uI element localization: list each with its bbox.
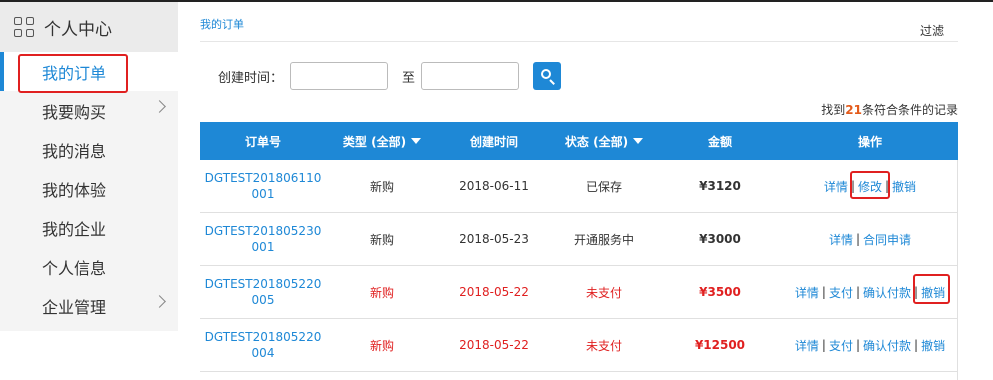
result-count: 找到21条符合条件的记录 — [821, 103, 958, 117]
breadcrumb-bar: 我的订单 过滤 — [200, 14, 958, 42]
table-row: DGTEST201806110 001 新购 2018-06-11 已保存 ¥31… — [200, 160, 958, 213]
sidebar-item-purchase[interactable]: 我要购买 — [0, 91, 178, 130]
order-actions: 详情 | 支付 | 确认付款 | 撤销 — [794, 337, 946, 354]
sidebar-item-label: 个人信息 — [42, 258, 107, 278]
chevron-right-icon — [153, 295, 166, 308]
order-type: 新购 — [369, 338, 394, 353]
order-number-link[interactable]: DGTEST201806110 001 — [200, 160, 326, 212]
sidebar-item-enterprise-mgmt[interactable]: 企业管理 — [0, 286, 178, 325]
col-type-filter[interactable]: 类型 (全部) — [326, 122, 438, 160]
sidebar-item-personal-info[interactable]: 个人信息 — [0, 247, 178, 286]
order-date: 2018-05-22 — [459, 285, 529, 299]
order-date: 2018-05-22 — [459, 338, 529, 352]
col-amount: 金额 — [707, 134, 732, 149]
confirm-payment-link[interactable]: 确认付款 — [863, 337, 911, 354]
sidebar: 个人中心 我的订单 我要购买 我的消息 我的体验 我的企业 个人信息 企业管理 — [0, 2, 178, 331]
table-row: DGTEST201805220 005 新购 2018-05-22 未支付 ¥35… — [200, 266, 958, 319]
sidebar-item-label: 我的企业 — [42, 219, 107, 239]
sidebar-item-label: 我的体验 — [42, 180, 107, 200]
sidebar-item-experience[interactable]: 我的体验 — [0, 169, 178, 208]
detail-link[interactable]: 详情 — [829, 231, 853, 248]
sidebar-item-messages[interactable]: 我的消息 — [0, 130, 178, 169]
highlight-box-edit — [850, 171, 890, 199]
col-order-no: 订单号 — [244, 134, 281, 149]
pay-link[interactable]: 支付 — [829, 337, 853, 354]
detail-link[interactable]: 详情 — [824, 178, 848, 195]
col-actions: 操作 — [857, 134, 882, 149]
highlight-box-cancel — [913, 274, 950, 304]
grid-icon — [14, 17, 34, 37]
order-amount: ¥3500 — [699, 285, 741, 299]
detail-link[interactable]: 详情 — [795, 337, 819, 354]
sidebar-item-my-enterprise[interactable]: 我的企业 — [0, 208, 178, 247]
order-amount: ¥3000 — [699, 232, 741, 246]
sidebar-item-label: 我要购买 — [42, 102, 107, 122]
pay-link[interactable]: 支付 — [829, 284, 853, 301]
end-date-input[interactable] — [421, 62, 520, 90]
highlight-box-my-orders — [18, 54, 128, 93]
order-type: 新购 — [369, 232, 394, 247]
caret-down-icon — [411, 138, 422, 144]
search-button[interactable] — [533, 62, 562, 90]
to-label: 至 — [402, 70, 416, 86]
order-number-link[interactable]: DGTEST201805220 004 — [200, 319, 326, 371]
contract-request-link[interactable]: 合同申请 — [863, 231, 911, 248]
col-created-time: 创建时间 — [469, 134, 518, 149]
order-status: 开通服务中 — [573, 232, 634, 247]
breadcrumb[interactable]: 我的订单 — [200, 16, 244, 32]
sidebar-title: 个人中心 — [44, 19, 112, 40]
order-status: 已保存 — [585, 179, 622, 194]
sidebar-item-label: 企业管理 — [42, 297, 107, 317]
confirm-payment-link[interactable]: 确认付款 — [863, 284, 911, 301]
search-icon — [541, 69, 552, 79]
chevron-right-icon — [153, 100, 166, 113]
sidebar-header: 个人中心 — [0, 2, 178, 52]
order-status: 未支付 — [585, 285, 622, 300]
order-status: 未支付 — [585, 338, 622, 353]
order-type: 新购 — [369, 285, 394, 300]
search-bar: 创建时间： 至 — [218, 62, 562, 90]
orders-table: 订单号 类型 (全部) 创建时间 状态 (全部) 金额 操作 DGTEST201… — [200, 122, 958, 380]
order-actions: 详情 | 合同申请 — [828, 231, 912, 248]
created-time-label: 创建时间： — [218, 70, 284, 86]
cancel-link[interactable]: 撤销 — [892, 178, 916, 195]
sidebar-item-label: 我的消息 — [42, 141, 107, 161]
cancel-link[interactable]: 撤销 — [921, 337, 945, 354]
order-type: 新购 — [369, 179, 394, 194]
order-date: 2018-06-11 — [459, 179, 529, 193]
order-date: 2018-05-23 — [459, 232, 529, 246]
detail-link[interactable]: 详情 — [795, 284, 819, 301]
order-number-link[interactable]: DGTEST201805230 001 — [200, 213, 326, 265]
start-date-input[interactable] — [290, 62, 388, 90]
order-number-link[interactable]: DGTEST201805220 005 — [200, 266, 326, 318]
filter-button[interactable]: 过滤 — [920, 22, 944, 39]
table-header: 订单号 类型 (全部) 创建时间 状态 (全部) 金额 操作 — [200, 122, 958, 160]
order-amount: ¥12500 — [694, 338, 746, 352]
order-amount: ¥3120 — [699, 179, 741, 193]
caret-down-icon — [633, 138, 644, 144]
table-row: DGTEST201805220 004 新购 2018-05-22 未支付 ¥12… — [200, 319, 958, 372]
table-row: DGTEST201805230 001 新购 2018-05-23 开通服务中 ¥… — [200, 213, 958, 266]
col-status-filter[interactable]: 状态 (全部) — [550, 122, 658, 160]
